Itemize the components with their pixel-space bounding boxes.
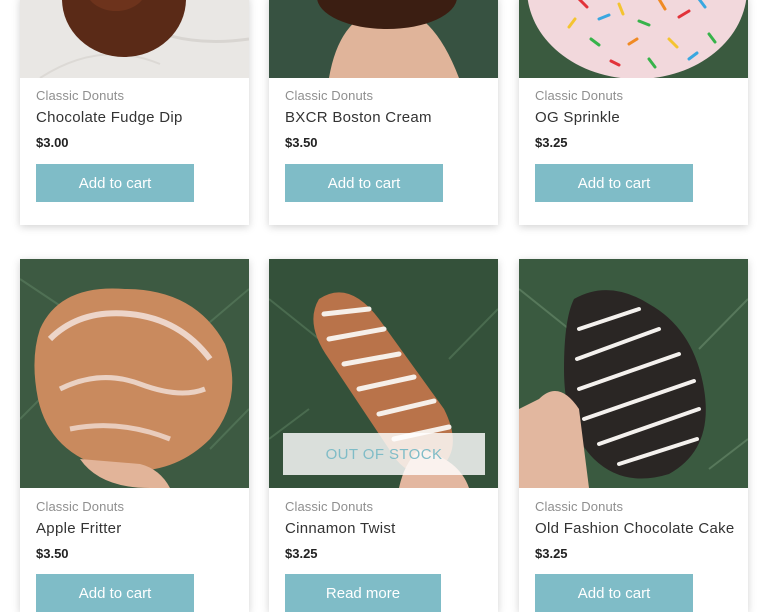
add-to-cart-button[interactable]: Add to cart bbox=[36, 574, 194, 612]
product-image[interactable] bbox=[269, 0, 498, 78]
product-title[interactable]: OG Sprinkle bbox=[535, 109, 620, 126]
product-category: Classic Donuts bbox=[36, 88, 125, 103]
product-card-chocolate-fudge-dip: Classic Donuts Chocolate Fudge Dip $3.00… bbox=[20, 0, 249, 225]
add-to-cart-button[interactable]: Add to cart bbox=[36, 164, 194, 202]
add-to-cart-button[interactable]: Add to cart bbox=[285, 164, 443, 202]
product-image[interactable] bbox=[519, 259, 748, 488]
product-card-bxcr-boston-cream: Classic Donuts BXCR Boston Cream $3.50 A… bbox=[269, 0, 498, 225]
product-title[interactable]: Chocolate Fudge Dip bbox=[36, 109, 183, 126]
product-price: $3.50 bbox=[285, 135, 318, 150]
add-to-cart-button[interactable]: Add to cart bbox=[535, 164, 693, 202]
product-card-cinnamon-twist: OUT OF STOCK Classic Donuts Cinnamon Twi… bbox=[269, 259, 498, 612]
product-category: Classic Donuts bbox=[285, 499, 374, 514]
product-title[interactable]: Old Fashion Chocolate Cake bbox=[535, 520, 735, 537]
product-price: $3.25 bbox=[535, 135, 568, 150]
product-price: $3.00 bbox=[36, 135, 69, 150]
product-category: Classic Donuts bbox=[36, 499, 125, 514]
product-image[interactable] bbox=[519, 0, 748, 78]
product-image[interactable] bbox=[20, 0, 249, 78]
product-price: $3.50 bbox=[36, 546, 69, 561]
out-of-stock-badge: OUT OF STOCK bbox=[283, 433, 485, 475]
add-to-cart-button[interactable]: Add to cart bbox=[535, 574, 693, 612]
product-title[interactable]: BXCR Boston Cream bbox=[285, 109, 432, 126]
product-category: Classic Donuts bbox=[535, 88, 624, 103]
read-more-button[interactable]: Read more bbox=[285, 574, 441, 612]
product-card-old-fashion-chocolate-cake: Classic Donuts Old Fashion Chocolate Cak… bbox=[519, 259, 748, 612]
product-title[interactable]: Apple Fritter bbox=[36, 520, 122, 537]
product-category: Classic Donuts bbox=[285, 88, 374, 103]
product-category: Classic Donuts bbox=[535, 499, 624, 514]
product-image[interactable] bbox=[20, 259, 249, 488]
product-title[interactable]: Cinnamon Twist bbox=[285, 520, 396, 537]
product-card-apple-fritter: Classic Donuts Apple Fritter $3.50 Add t… bbox=[20, 259, 249, 612]
product-price: $3.25 bbox=[285, 546, 318, 561]
product-price: $3.25 bbox=[535, 546, 568, 561]
product-card-og-sprinkle: Classic Donuts OG Sprinkle $3.25 Add to … bbox=[519, 0, 748, 225]
